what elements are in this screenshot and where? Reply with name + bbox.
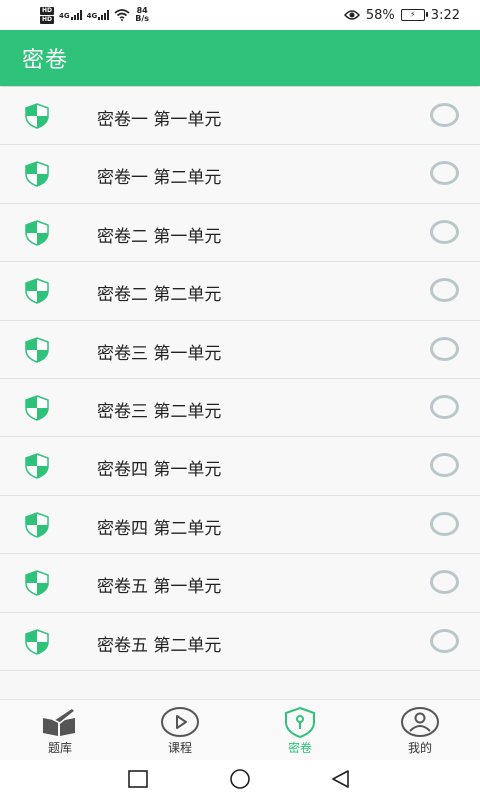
- shield-icon: [25, 570, 49, 596]
- signal-2: 4G: [87, 10, 110, 20]
- radio-button[interactable]: [430, 628, 459, 653]
- page-title: 密卷: [22, 48, 69, 73]
- shield-icon: [25, 219, 49, 246]
- list-item-label: 密卷五 第一单元: [97, 577, 222, 598]
- list-item-label: 密卷一 第一单元: [97, 110, 222, 130]
- list-item-label: 密卷一 第二单元: [97, 168, 222, 189]
- list-item-label: 密卷三 第二单元: [97, 401, 222, 422]
- signal-bars-icon: [98, 10, 110, 20]
- hd-badge: HD: [40, 6, 55, 15]
- battery-percent: 58%: [365, 7, 395, 23]
- list-item[interactable]: 密卷二 第二单元: [0, 262, 480, 321]
- list-item[interactable]: 密卷二 第一单元: [0, 203, 480, 263]
- network-type-label: 4G: [86, 12, 98, 20]
- shield-icon: [25, 453, 49, 480]
- list-item-label: 密卷二 第二单元: [97, 285, 222, 306]
- list-item-label: 密卷四 第二单元: [97, 518, 222, 539]
- tab-label: 我的: [407, 741, 432, 755]
- list-item[interactable]: 密卷一 第一单元: [0, 87, 480, 146]
- hd-indicators: HD HD: [40, 6, 55, 24]
- radio-button[interactable]: [430, 161, 459, 186]
- list-item-label: 密卷五 第二单元: [97, 635, 222, 656]
- list-item-label: 密卷三 第一单元: [97, 343, 222, 364]
- list-item[interactable]: 密卷四 第二单元: [0, 495, 480, 555]
- recents-square-icon[interactable]: [127, 768, 149, 790]
- shield-icon: [25, 161, 49, 188]
- signal-1: 4G: [59, 10, 82, 20]
- home-circle-icon[interactable]: [228, 768, 252, 790]
- signal-bars-icon: [70, 10, 82, 20]
- list-item[interactable]: 密卷三 第一单元: [0, 320, 480, 379]
- tab-label: 题库: [47, 741, 72, 755]
- shield-icon: [25, 395, 49, 421]
- paper-list: 密卷一 第一单元 密卷一 第二单元 密卷二 第一单元 密卷二 第二单元 密卷三 第一单元…: [0, 87, 480, 671]
- shield-icon: [25, 336, 49, 363]
- back-triangle-icon[interactable]: [330, 768, 352, 790]
- list-item[interactable]: 密卷一 第二单元: [0, 145, 480, 204]
- eye-icon: [343, 10, 360, 20]
- bottom-tab-bar: 题库 课程 密卷 我的: [0, 699, 480, 760]
- shield-icon: [25, 511, 49, 538]
- user-circle-icon: [401, 707, 439, 737]
- list-item-label: 密卷四 第一单元: [97, 460, 222, 481]
- tab-label: 密卷: [287, 741, 312, 755]
- tab-question-bank[interactable]: 题库: [0, 700, 120, 760]
- battery-icon: ⚡: [400, 9, 428, 21]
- clock: 3:22: [430, 7, 460, 23]
- list-item[interactable]: 密卷五 第一单元: [0, 554, 480, 613]
- list-item[interactable]: 密卷三 第二单元: [0, 378, 480, 438]
- radio-button[interactable]: [430, 511, 459, 536]
- radio-button[interactable]: [430, 394, 459, 419]
- tab-secret-paper[interactable]: 密卷: [240, 700, 360, 760]
- play-circle-icon: [161, 707, 199, 737]
- shield-icon: [25, 103, 49, 129]
- shield-lock-icon: [285, 706, 315, 738]
- tab-label: 课程: [167, 741, 192, 755]
- radio-button[interactable]: [430, 278, 459, 303]
- list-item[interactable]: 密卷五 第二单元: [0, 612, 480, 671]
- hd-badge: HD: [40, 15, 55, 24]
- tab-mine[interactable]: 我的: [360, 700, 480, 760]
- radio-button[interactable]: [430, 103, 459, 127]
- shield-icon: [25, 278, 49, 304]
- app-bar: 密卷: [0, 30, 480, 86]
- tab-course[interactable]: 课程: [120, 700, 240, 760]
- status-right: 58% ⚡ 3:22: [343, 6, 460, 24]
- list-item-label: 密卷二 第一单元: [97, 226, 222, 247]
- radio-button[interactable]: [430, 570, 459, 595]
- radio-button[interactable]: [430, 336, 459, 361]
- radio-button[interactable]: [430, 453, 459, 478]
- status-left: HD HD 4G 4G 84 B/s: [40, 4, 149, 26]
- shield-icon: [25, 628, 49, 655]
- system-nav-bar: [0, 760, 480, 800]
- status-bar: HD HD 4G 4G 84 B/s 58% ⚡ 3:22: [0, 0, 480, 30]
- network-speed: 84 B/s: [135, 7, 149, 23]
- wifi-icon: [114, 9, 130, 21]
- book-pen-icon: [43, 707, 77, 736]
- radio-button[interactable]: [430, 219, 459, 244]
- speed-unit: B/s: [135, 14, 150, 23]
- list-item[interactable]: 密卷四 第一单元: [0, 437, 480, 496]
- network-type-label: 4G: [59, 12, 70, 20]
